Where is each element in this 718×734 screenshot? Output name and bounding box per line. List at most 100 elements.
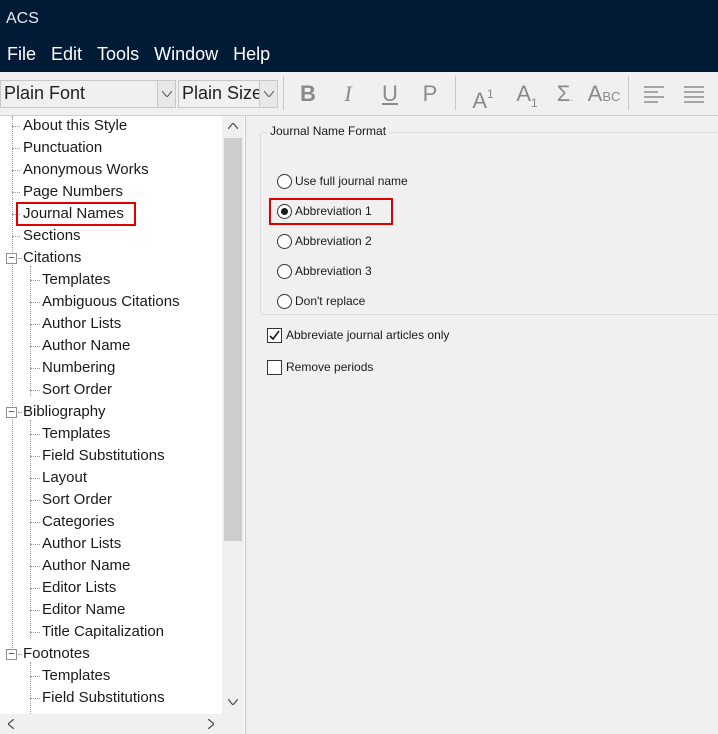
tree-item-anonymous-works[interactable]: Anonymous Works (23, 160, 149, 180)
tree-connector (18, 258, 22, 259)
radio-abbreviation-2[interactable]: Abbreviation 2 (277, 231, 372, 251)
checkbox[interactable] (267, 327, 282, 343)
tree-connector (12, 170, 20, 171)
selection-highlight (16, 202, 136, 226)
tree-connector (30, 420, 31, 638)
menu-window[interactable]: Window (147, 42, 224, 68)
radio-dont-replace[interactable]: Don't replace (277, 291, 365, 311)
tree-item-bibliography-field-substitutions[interactable]: Field Substitutions (42, 446, 165, 466)
tree-item-about-this-style[interactable]: About this Style (23, 116, 127, 136)
italic-icon[interactable]: I (334, 80, 362, 108)
checkbox-remove-periods[interactable]: Remove periods (267, 357, 373, 377)
tree-connector (12, 116, 13, 648)
tree-item-bibliography-author-lists[interactable]: Author Lists (42, 534, 121, 554)
tree-connector (30, 500, 40, 501)
bold-icon[interactable]: B (294, 80, 322, 108)
format-toolbar: Plain Font Plain Size B I U P A1 A1 Σ. A… (0, 72, 718, 116)
tree-item-citations-author-lists[interactable]: Author Lists (42, 314, 121, 334)
tree-item-citations[interactable]: Citations (23, 248, 81, 268)
chevron-down-icon[interactable] (259, 81, 277, 107)
tree-connector (18, 654, 22, 655)
radio-button[interactable] (277, 233, 292, 249)
tree-connector (30, 324, 40, 325)
symbol-icon[interactable]: Σ. (550, 80, 580, 108)
tree-connector (30, 368, 40, 369)
tree-item-citations-templates[interactable]: Templates (42, 270, 110, 290)
scrollbar-corner (222, 714, 244, 734)
subscript-icon[interactable]: A1 (510, 80, 544, 110)
tree-connector (30, 698, 40, 699)
tree-connector (30, 522, 40, 523)
tree-item-sections[interactable]: Sections (23, 226, 81, 246)
tree-item-editor-lists[interactable]: Editor Lists (42, 578, 116, 598)
radio-button[interactable] (277, 293, 292, 309)
tree-item-punctuation[interactable]: Punctuation (23, 138, 102, 158)
tree-connector (30, 662, 31, 714)
tree-connector (18, 412, 22, 413)
chevron-down-icon[interactable] (222, 692, 244, 712)
tree-item-ambiguous-citations[interactable]: Ambiguous Citations (42, 292, 180, 312)
menu-edit[interactable]: Edit (44, 42, 88, 68)
radio-button[interactable] (277, 263, 292, 279)
menu-tools[interactable]: Tools (90, 42, 145, 68)
plain-icon[interactable]: P (416, 80, 444, 108)
collapse-icon[interactable]: − (6, 407, 17, 418)
underline-icon[interactable]: U (376, 80, 404, 108)
chevron-down-icon[interactable] (157, 81, 175, 107)
checkbox[interactable] (267, 359, 282, 375)
tree-item-bibliography-templates[interactable]: Templates (42, 424, 110, 444)
tree-item-bibliography-sort-order[interactable]: Sort Order (42, 490, 112, 510)
tree-item-numbering[interactable]: Numbering (42, 358, 115, 378)
tree-item-page-numbers[interactable]: Page Numbers (23, 182, 123, 202)
tree-item-title-capitalization[interactable]: Title Capitalization (42, 622, 164, 642)
tree-connector (12, 236, 20, 237)
size-select[interactable]: Plain Size (178, 80, 278, 108)
tree-item-footnotes-templates[interactable]: Templates (42, 666, 110, 686)
window-title: ACS (6, 10, 39, 27)
radio-use-full-journal-name[interactable]: Use full journal name (277, 171, 408, 191)
tree-item-layout[interactable]: Layout (42, 468, 87, 488)
radio-label: Abbreviation 3 (295, 264, 372, 278)
tree-item-categories[interactable]: Categories (42, 512, 115, 532)
small-caps-icon[interactable]: ABC (586, 80, 622, 108)
radio-abbreviation-3[interactable]: Abbreviation 3 (277, 261, 372, 281)
tree-item-editor-name[interactable]: Editor Name (42, 600, 125, 620)
checkbox-abbreviate-journal-articles-only[interactable]: Abbreviate journal articles only (267, 325, 449, 345)
menu-file[interactable]: File (0, 42, 42, 68)
radio-label: Use full journal name (295, 174, 408, 188)
toolbar-separator (283, 76, 284, 110)
superscript-icon[interactable]: A1 (466, 80, 500, 113)
tree-item-footnotes-field-substitutions[interactable]: Field Substitutions (42, 688, 165, 708)
align-left-icon[interactable] (640, 80, 668, 108)
collapse-icon[interactable]: − (6, 253, 17, 264)
chevron-left-icon[interactable] (0, 714, 22, 734)
journal-name-format-group: Journal Name Format Use full journal nam… (260, 124, 718, 315)
justify-icon[interactable] (680, 80, 708, 108)
menu-bar: File Edit Tools Window Help (0, 42, 278, 68)
tree-vertical-scrollbar[interactable] (222, 116, 244, 714)
tree-item-bibliography-author-name[interactable]: Author Name (42, 556, 130, 576)
tree-item-citations-sort-order[interactable]: Sort Order (42, 380, 112, 400)
tree-item-citations-author-name[interactable]: Author Name (42, 336, 130, 356)
tree-connector (30, 632, 40, 633)
tree-connector (30, 544, 40, 545)
chevron-up-icon[interactable] (222, 116, 244, 136)
scrollbar-thumb[interactable] (224, 138, 242, 541)
tree-item-bibliography[interactable]: Bibliography (23, 402, 106, 422)
radio-button[interactable] (277, 173, 292, 189)
chevron-right-icon[interactable] (200, 714, 222, 734)
group-label: Journal Name Format (267, 124, 390, 138)
tree-connector (30, 610, 40, 611)
menu-help[interactable]: Help (226, 42, 276, 68)
tree-item-footnotes[interactable]: Footnotes (23, 644, 90, 664)
checkbox-label: Abbreviate journal articles only (286, 328, 450, 342)
tree-connector (30, 434, 40, 435)
collapse-icon[interactable]: − (6, 649, 17, 660)
tree-horizontal-scrollbar[interactable] (0, 714, 222, 734)
tree-connector (12, 126, 20, 127)
tree-connector (30, 566, 40, 567)
font-select[interactable]: Plain Font (0, 80, 176, 108)
tree-connector (12, 148, 20, 149)
tree-connector (30, 588, 40, 589)
tree-connector (30, 280, 40, 281)
